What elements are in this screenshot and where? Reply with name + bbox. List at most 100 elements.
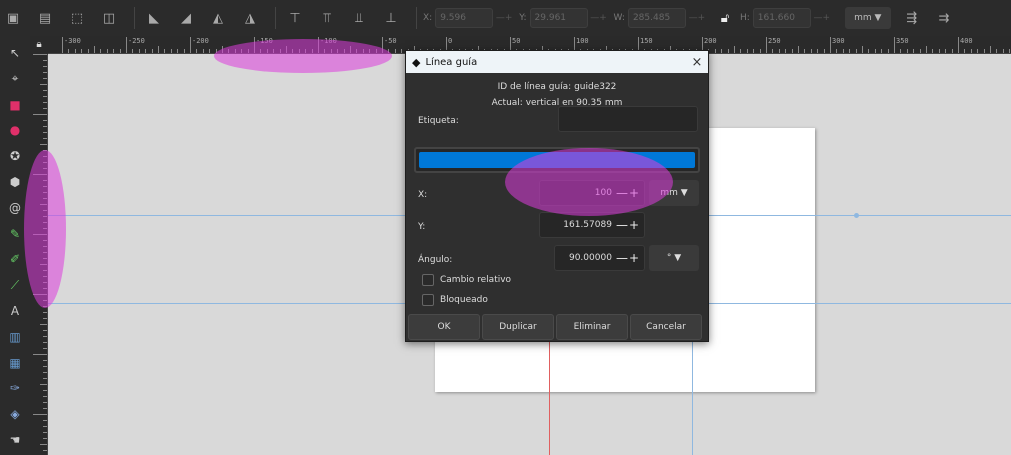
x-stepper[interactable]: —+	[616, 186, 640, 200]
ruler-tick	[43, 228, 47, 229]
rotate-ccw-icon[interactable]: ◣	[141, 5, 167, 31]
toolbar-w-input[interactable]: 285.485	[627, 8, 686, 28]
ruler-corner-lock-icon[interactable]: 🔒︎	[30, 36, 48, 54]
toolbar-h-stepper[interactable]: —+	[811, 13, 833, 23]
ruler-tick	[324, 49, 326, 53]
close-icon[interactable]: ×	[686, 55, 708, 70]
relative-change-box[interactable]	[422, 274, 434, 286]
toolbar-y-input[interactable]: 29.961	[529, 8, 588, 28]
duplicate-button[interactable]: Duplicar	[482, 314, 554, 340]
deselect-icon[interactable]: ◫	[96, 5, 122, 31]
ruler-tick	[759, 49, 761, 53]
delete-button[interactable]: Eliminar	[556, 314, 628, 340]
lower-icon[interactable]: ⫫	[346, 5, 372, 31]
3d-box-tool-icon[interactable]: ⬢	[4, 171, 26, 193]
y-stepper[interactable]: —+	[616, 218, 640, 232]
selector-tool-icon[interactable]: ↖	[4, 42, 26, 64]
y-input[interactable]: 161.57089 —+	[539, 212, 645, 238]
ruler-tick	[785, 49, 787, 53]
x-input[interactable]: 100 —+	[539, 180, 645, 206]
tweak-tool-icon[interactable]: ☚	[4, 429, 26, 451]
transform-scale-corners-icon[interactable]: ⇉	[931, 5, 957, 31]
paint-bucket-tool-icon[interactable]: ◈	[4, 403, 26, 425]
select-all-layers-icon[interactable]: ▤	[32, 5, 58, 31]
ruler-tick	[247, 49, 249, 53]
ruler-tick	[43, 60, 47, 61]
pencil-tool-icon[interactable]: ✐	[4, 249, 26, 271]
toolbar-h-input[interactable]: 161.660	[752, 8, 811, 28]
lower-to-bottom-icon[interactable]: ⊥	[378, 5, 404, 31]
ruler-tick	[362, 49, 364, 53]
flip-horizontal-icon[interactable]: ◭	[205, 5, 231, 31]
ruler-tick	[100, 49, 102, 53]
ruler-tick	[151, 49, 153, 53]
ruler-tick	[298, 49, 300, 53]
rectangle-tool-icon[interactable]: ■	[4, 94, 26, 116]
ruler-tick	[164, 49, 166, 53]
lock-icon[interactable]: 🔓︎	[712, 5, 738, 31]
guide-anchor-point[interactable]	[854, 213, 859, 218]
ruler-tick	[33, 114, 47, 115]
ruler-tick	[190, 37, 191, 53]
toolbar-w-stepper[interactable]: —+	[686, 13, 708, 23]
select-all-icon[interactable]: ▣	[0, 5, 26, 31]
toolbar-x-stepper[interactable]: —+	[493, 13, 515, 23]
text-tool-icon[interactable]: A	[4, 300, 26, 322]
cancel-button[interactable]: Cancelar	[630, 314, 702, 340]
select-same-icon[interactable]: ⬚	[64, 5, 90, 31]
ruler-tick	[170, 49, 172, 53]
ruler-tick	[43, 78, 47, 79]
ruler-tick	[266, 49, 268, 53]
rotate-cw-icon[interactable]: ◢	[173, 5, 199, 31]
toolbar-x-input[interactable]: 9.596	[435, 8, 494, 28]
ruler-tick	[43, 366, 47, 367]
bezier-tool-icon[interactable]: ✎	[4, 223, 26, 245]
label-input[interactable]	[558, 106, 698, 132]
toolbar-unit-select[interactable]: mm ▼	[844, 7, 891, 29]
transform-scale-stroke-icon[interactable]: ⇶	[899, 5, 925, 31]
ruler-tick	[40, 144, 47, 145]
toolbox: ↖ ⌖ ■ ● ✪ ⬢ @ ✎ ✐ ⟋ A ▥ ▦ ✑ ◈ ☚	[0, 36, 30, 455]
ruler-tick	[43, 258, 47, 259]
ruler-tick	[734, 46, 735, 53]
relative-change-checkbox[interactable]: Cambio relativo	[422, 274, 511, 286]
x-unit-select[interactable]: mm ▼	[649, 180, 699, 206]
star-tool-icon[interactable]: ✪	[4, 145, 26, 167]
raise-icon[interactable]: ⫪	[314, 5, 340, 31]
calligraphy-tool-icon[interactable]: ⟋	[4, 274, 26, 296]
toolbar-y-stepper[interactable]: —+	[588, 13, 610, 23]
ruler-tick	[40, 204, 47, 205]
ruler-tick	[830, 37, 831, 53]
ruler-tick	[862, 46, 863, 53]
angle-input[interactable]: 90.00000 —+	[554, 245, 645, 271]
locked-label: Bloqueado	[440, 295, 488, 305]
vertical-ruler[interactable]	[30, 54, 48, 455]
ellipse-tool-icon[interactable]: ●	[4, 119, 26, 141]
ruler-tick	[43, 120, 47, 121]
ruler-tick	[43, 330, 47, 331]
dialog-titlebar[interactable]: ◆ Línea guía ×	[406, 51, 708, 73]
flip-vertical-icon[interactable]: ◮	[237, 5, 263, 31]
ruler-tick	[836, 49, 838, 53]
gradient-tool-icon[interactable]: ▥	[4, 326, 26, 348]
angle-unit-select[interactable]: ° ▼	[649, 245, 699, 271]
ruler-tick	[177, 49, 179, 53]
spiral-tool-icon[interactable]: @	[4, 197, 26, 219]
ruler-tick	[43, 360, 47, 361]
locked-box[interactable]	[422, 294, 434, 306]
ruler-tick-label: -200	[192, 37, 209, 45]
ok-button[interactable]: OK	[408, 314, 480, 340]
angle-stepper[interactable]: —+	[616, 251, 640, 265]
dropper-tool-icon[interactable]: ✑	[4, 378, 26, 400]
ruler-tick	[43, 90, 47, 91]
node-tool-icon[interactable]: ⌖	[4, 68, 26, 90]
guide-color-button[interactable]	[414, 147, 700, 173]
mesh-tool-icon[interactable]: ▦	[4, 352, 26, 374]
ruler-tick	[43, 420, 47, 421]
ruler-tick	[119, 49, 121, 53]
ruler-tick	[804, 49, 806, 53]
locked-checkbox[interactable]: Bloqueado	[422, 294, 488, 306]
ruler-tick	[33, 354, 47, 355]
raise-to-top-icon[interactable]: ⊤	[282, 5, 308, 31]
ruler-tick	[894, 37, 895, 53]
